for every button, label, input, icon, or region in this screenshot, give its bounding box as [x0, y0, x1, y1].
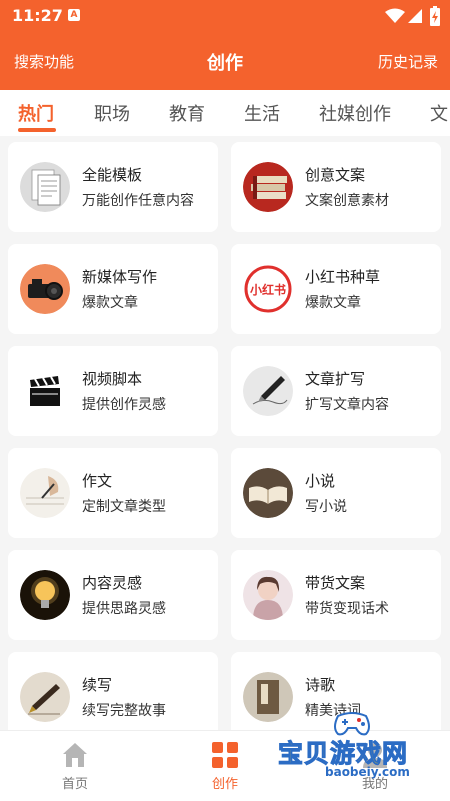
- tab-workplace[interactable]: 职场: [94, 100, 130, 126]
- nav-create[interactable]: 创作: [150, 731, 300, 801]
- nav-label: 我的: [361, 777, 388, 792]
- tab-life[interactable]: 生活: [244, 100, 280, 126]
- status-time: 11:27: [12, 6, 63, 25]
- card-content-inspiration[interactable]: 内容灵感 提供思路灵感: [8, 550, 218, 640]
- card-sales-copy[interactable]: 带货文案 带货变现话术: [231, 550, 441, 640]
- history-button[interactable]: 历史记录: [378, 51, 438, 72]
- card-title: 创意文案: [305, 166, 366, 184]
- profile-icon: [363, 743, 387, 768]
- card-subtitle: 扩写文章内容: [305, 397, 389, 413]
- nav-label: 首页: [61, 777, 88, 792]
- card-essay[interactable]: 作文 定制文章类型: [8, 448, 218, 538]
- card-article-expansion[interactable]: 文章扩写 扩写文章内容: [231, 346, 441, 436]
- battery-charging-icon: [430, 6, 440, 26]
- tab-education[interactable]: 教育: [169, 100, 205, 126]
- poetry-book-icon: [243, 672, 293, 722]
- status-bar: 11:27 A: [0, 0, 450, 32]
- card-title: 带货文案: [305, 574, 366, 592]
- pen-writing-icon: [243, 366, 293, 416]
- tab-literature[interactable]: 文: [430, 100, 448, 126]
- card-subtitle: 提供思路灵感: [82, 601, 166, 617]
- card-all-purpose-template[interactable]: 全能模板 万能创作任意内容: [8, 142, 218, 232]
- grid-icon: [212, 742, 238, 768]
- card-subtitle: 爆款文章: [305, 295, 361, 311]
- hand-writing-icon: [20, 468, 70, 518]
- active-tab-indicator: [18, 128, 56, 132]
- lightbulb-icon: [20, 570, 70, 620]
- template-grid: 全能模板 万能创作任意内容 创意文案 文案创意素材 新媒体写作 爆款文章 小红书…: [0, 142, 450, 730]
- search-function-button[interactable]: 搜索功能: [14, 51, 74, 72]
- card-novel[interactable]: 小说 写小说: [231, 448, 441, 538]
- card-new-media-writing[interactable]: 新媒体写作 爆款文章: [8, 244, 218, 334]
- portrait-icon: [243, 570, 293, 620]
- card-subtitle: 文案创意素材: [305, 193, 389, 209]
- nav-home[interactable]: 首页: [0, 731, 150, 801]
- book-stack-icon: [243, 162, 293, 212]
- top-bar: 搜索功能 创作 历史记录: [0, 32, 450, 90]
- notification-a-icon: A: [68, 9, 80, 21]
- card-title: 视频脚本: [82, 370, 143, 388]
- nav-label: 创作: [211, 777, 238, 792]
- open-book-icon: [243, 468, 293, 518]
- tab-social-media[interactable]: 社媒创作: [319, 100, 391, 126]
- card-title: 新媒体写作: [82, 268, 158, 286]
- card-title: 内容灵感: [82, 574, 143, 592]
- card-title: 小说: [305, 472, 336, 490]
- card-title: 小红书种草: [305, 268, 381, 286]
- card-title: 文章扩写: [305, 370, 366, 388]
- card-subtitle: 精美诗词: [305, 703, 361, 719]
- camera-icon: [20, 264, 70, 314]
- category-tabs: 热门 职场 教育 生活 社媒创作 文: [0, 90, 450, 136]
- wifi-icon: [385, 8, 405, 23]
- xiaohongshu-icon: 小红书: [243, 264, 293, 314]
- card-continue-writing[interactable]: 续写 续写完整故事: [8, 652, 218, 730]
- card-poetry[interactable]: 诗歌 精美诗词: [231, 652, 441, 730]
- nav-profile[interactable]: 我的: [300, 731, 450, 801]
- bottom-nav: 首页 创作 我的: [0, 730, 450, 801]
- fountain-pen-icon: [20, 672, 70, 722]
- home-icon: [63, 743, 87, 767]
- card-title: 续写: [82, 676, 113, 694]
- card-video-script[interactable]: 视频脚本 提供创作灵感: [8, 346, 218, 436]
- card-subtitle: 万能创作任意内容: [82, 193, 194, 209]
- tab-hot[interactable]: 热门: [18, 100, 54, 126]
- card-subtitle: 写小说: [305, 499, 347, 515]
- cell-signal-icon: [408, 9, 422, 23]
- xiaohongshu-logo-text: 小红书: [250, 282, 286, 297]
- card-subtitle: 带货变现话术: [305, 601, 389, 617]
- document-template-icon: [20, 162, 70, 212]
- card-title: 诗歌: [305, 676, 336, 694]
- card-title: 作文: [82, 472, 113, 490]
- card-subtitle: 爆款文章: [82, 295, 138, 311]
- card-xiaohongshu[interactable]: 小红书 小红书种草 爆款文章: [231, 244, 441, 334]
- card-title: 全能模板: [82, 166, 143, 184]
- clapperboard-icon: [20, 366, 70, 416]
- card-subtitle: 续写完整故事: [82, 703, 166, 719]
- card-subtitle: 提供创作灵感: [82, 397, 166, 413]
- card-subtitle: 定制文章类型: [82, 499, 166, 515]
- card-creative-copy[interactable]: 创意文案 文案创意素材: [231, 142, 441, 232]
